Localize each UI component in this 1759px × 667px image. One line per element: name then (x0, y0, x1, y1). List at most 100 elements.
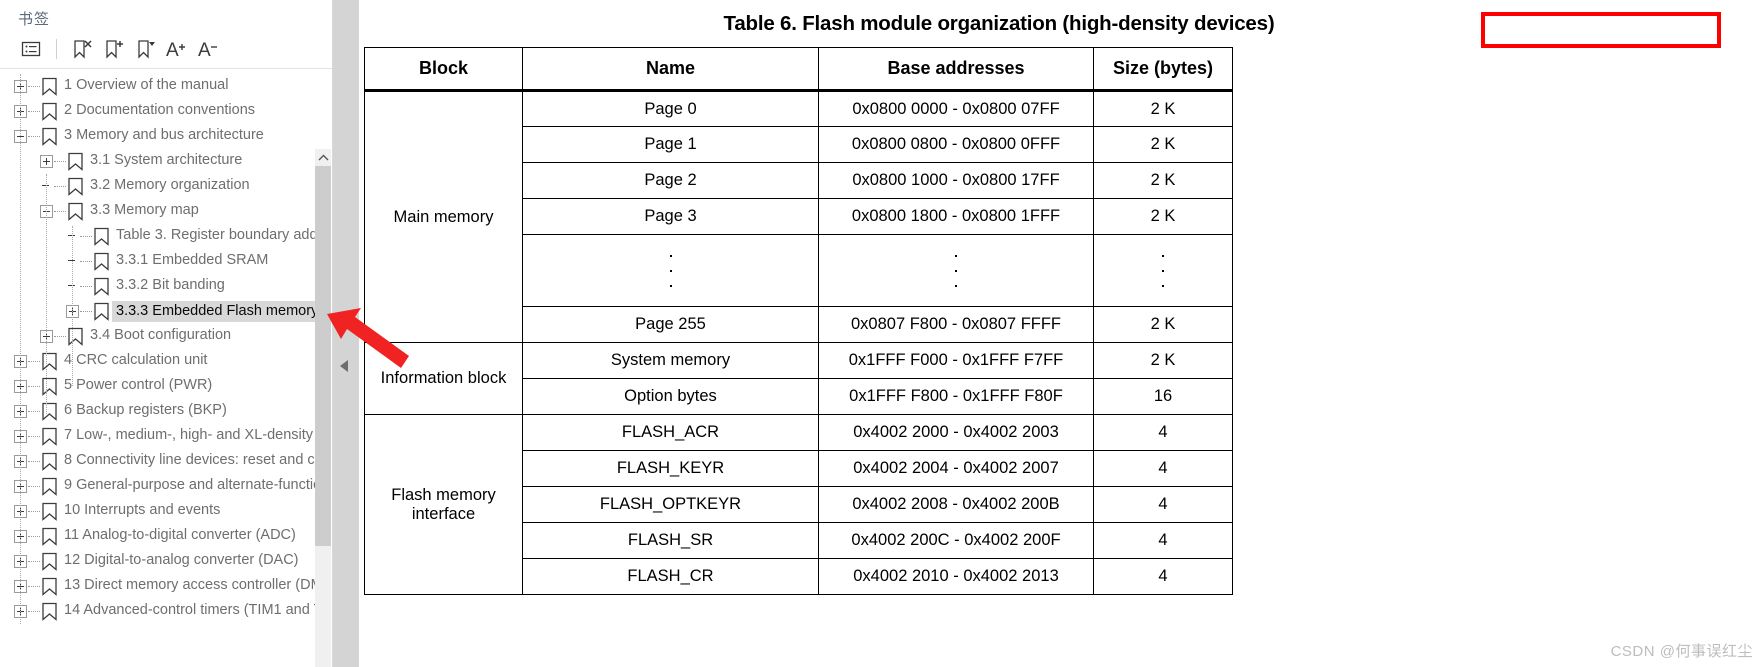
bookmark-icon (94, 227, 109, 246)
sidebar-splitter[interactable] (333, 0, 359, 667)
table-header-row: Block Name Base addresses Size (bytes) (364, 47, 1233, 92)
table-cell-addr: 0x0800 0800 - 0x0800 0FFF (818, 126, 1094, 163)
column-header-block: Block (364, 47, 523, 92)
bookmark-menu-icon[interactable] (131, 35, 161, 63)
bookmark-item[interactable]: 3.1 System architecture (0, 149, 332, 174)
font-increase-icon[interactable]: A (163, 35, 193, 63)
table-cell-size: 4 (1093, 486, 1233, 523)
bookmark-label: 3.3.1 Embedded SRAM (116, 252, 269, 269)
pdf-page: Table 6. Flash module organization (high… (359, 0, 1759, 595)
bookmark-item[interactable]: 8 Connectivity line devices: reset and c… (0, 449, 332, 474)
document-viewer[interactable]: Table 6. Flash module organization (high… (359, 0, 1759, 667)
font-decrease-icon[interactable]: A (195, 35, 225, 63)
bookmark-item[interactable]: 5 Power control (PWR) (0, 374, 332, 399)
bookmark-item[interactable]: 6 Backup registers (BKP) (0, 399, 332, 424)
column-header-addr: Base addresses (818, 47, 1094, 92)
bookmark-item[interactable]: 3.3.2 Bit banding (0, 274, 332, 299)
table-cell-name: Option bytes (522, 378, 819, 415)
bookmark-icon (42, 477, 57, 496)
table-cell-size (1093, 234, 1233, 307)
toolbar-divider (56, 39, 57, 59)
bookmark-item[interactable]: 4 CRC calculation unit (0, 349, 332, 374)
bookmark-item[interactable]: 11 Analog-to-digital converter (ADC) (0, 524, 332, 549)
tree-connector (28, 136, 40, 137)
collapse-panel-arrow-icon[interactable] (340, 360, 348, 372)
tree-connector (54, 161, 66, 162)
bookmark-label: 6 Backup registers (BKP) (64, 402, 227, 419)
tree-connector (54, 211, 66, 212)
bookmark-label: 2 Documentation conventions (64, 102, 256, 119)
tree-connector (28, 611, 40, 612)
bookmark-label: 5 Power control (PWR) (64, 377, 213, 394)
bookmarks-sidebar: 书签 A A 1 Overview of the manual 2 Docume… (0, 0, 333, 667)
vertical-ellipsis-icon (1094, 235, 1232, 306)
column-header-size: Size (bytes) (1093, 47, 1233, 92)
table-cell-addr: 0x4002 200C - 0x4002 200F (818, 522, 1094, 559)
table-cell-addr: 0x0807 F800 - 0x0807 FFFF (818, 306, 1094, 343)
bookmark-label: 3.3.3 Embedded Flash memory (112, 300, 323, 323)
list-view-icon[interactable] (16, 35, 46, 63)
bookmark-item[interactable]: 13 Direct memory access controller (DM (0, 574, 332, 599)
expand-toggle-icon[interactable] (40, 155, 53, 168)
svg-text:A: A (198, 40, 211, 60)
table-cell-block: Information block (364, 342, 523, 415)
table-caption: Table 6. Flash module organization (high… (723, 12, 1275, 35)
bookmark-item[interactable]: 14 Advanced-control timers (TIM1 and T (0, 599, 332, 624)
column-header-name: Name (522, 47, 819, 92)
tree-connector (28, 536, 40, 537)
scroll-up-arrow-icon[interactable] (315, 149, 331, 166)
table-cell-addr: 0x0800 1800 - 0x0800 1FFF (818, 198, 1094, 235)
bookmark-item[interactable]: 10 Interrupts and events (0, 499, 332, 524)
bookmark-item[interactable]: 3.3 Memory map (0, 199, 332, 224)
tree-connector (28, 586, 40, 587)
bookmark-icon (68, 327, 83, 346)
table-cell-name: Page 0 (522, 90, 819, 127)
bookmark-item[interactable]: 3.4 Boot configuration (0, 324, 332, 349)
bookmark-item[interactable]: 12 Digital-to-analog converter (DAC) (0, 549, 332, 574)
tree-connector (28, 436, 40, 437)
bookmark-label: 13 Direct memory access controller (DM (64, 577, 323, 594)
sidebar-scrollbar[interactable] (315, 149, 331, 667)
table-cell-size: 16 (1093, 378, 1233, 415)
bookmark-icon (42, 527, 57, 546)
tree-connector (28, 111, 40, 112)
tree-connector (80, 286, 92, 287)
bookmark-item[interactable]: 3.2 Memory organization (0, 174, 332, 199)
table-cell-addr: 0x1FFF F800 - 0x1FFF F80F (818, 378, 1094, 415)
bookmark-item[interactable]: 2 Documentation conventions (0, 99, 332, 124)
bookmark-item[interactable]: Table 3. Register boundary addr (0, 224, 332, 249)
bookmarks-panel-title: 书签 (18, 11, 51, 28)
table-cell-size: 2 K (1093, 90, 1233, 127)
table-cell-name: Page 2 (522, 162, 819, 199)
bookmark-label: 14 Advanced-control timers (TIM1 and T (64, 602, 323, 619)
bookmark-item[interactable]: 9 General-purpose and alternate-functio (0, 474, 332, 499)
table-cell-size: 2 K (1093, 306, 1233, 343)
pdf-reader-window: 书签 A A 1 Overview of the manual 2 Docume… (0, 0, 1759, 667)
tree-guide-line (46, 174, 47, 414)
bookmark-icon (42, 377, 57, 396)
bookmark-icon (42, 552, 57, 571)
bookmark-label: 8 Connectivity line devices: reset and c… (64, 452, 326, 469)
bookmark-item[interactable]: 3.3.3 Embedded Flash memory (0, 299, 332, 324)
bookmark-item[interactable]: 1 Overview of the manual (0, 74, 332, 99)
tree-connector (80, 311, 92, 312)
bookmark-label: 3 Memory and bus architecture (64, 127, 264, 144)
tree-connector (28, 86, 40, 87)
bookmark-item[interactable]: 3 Memory and bus architecture (0, 124, 332, 149)
tree-connector (80, 236, 92, 237)
table-cell-name: FLASH_ACR (522, 414, 819, 451)
table-cell-addr (818, 234, 1094, 307)
table-cell-name: Page 3 (522, 198, 819, 235)
bookmark-item[interactable]: 7 Low-, medium-, high- and XL-density (0, 424, 332, 449)
bookmark-delete-icon[interactable] (67, 35, 97, 63)
bookmark-icon (42, 77, 57, 96)
bookmark-label: 3.3.2 Bit banding (116, 277, 225, 294)
tree-connector (28, 411, 40, 412)
bookmark-item[interactable]: 3.3.1 Embedded SRAM (0, 249, 332, 274)
flash-module-table: Block Name Base addresses Size (bytes) M… (364, 47, 1233, 595)
bookmark-label: 3.3 Memory map (90, 202, 199, 219)
scrollbar-thumb[interactable] (315, 166, 331, 546)
bookmark-label: 10 Interrupts and events (64, 502, 221, 519)
bookmark-add-icon[interactable] (99, 35, 129, 63)
tree-guide-line (72, 226, 73, 386)
